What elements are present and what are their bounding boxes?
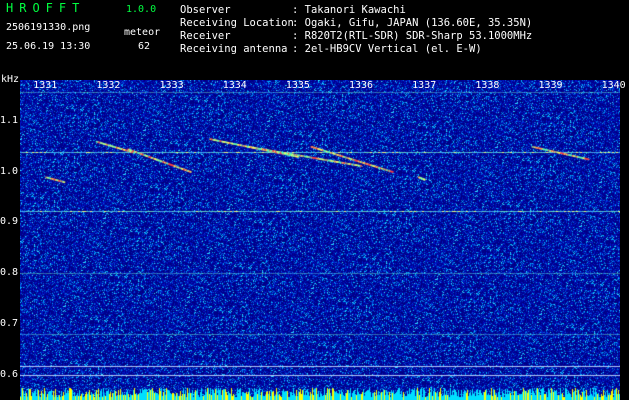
y-tick-label: 0.7: [0, 318, 19, 329]
app-name: HROFFT: [6, 1, 86, 15]
x-tick-label: 1334: [222, 80, 247, 91]
x-tick-label: 1331: [33, 80, 58, 91]
x-tick-label: 1338: [475, 80, 500, 91]
x-tick-label: 1333: [159, 80, 184, 91]
file-name: 2506191330.png: [6, 22, 91, 33]
y-tick-label: 0.6: [0, 368, 19, 380]
meteor-count: 62: [138, 41, 151, 52]
info-antenna: Receiving antenna: 2el-HB9CV Vertical (e…: [180, 43, 482, 55]
x-tick-label: 1339: [538, 80, 563, 91]
app-version: 1.0.0: [126, 4, 157, 15]
x-tick-label: 1335: [285, 80, 310, 91]
info-receiver: Receiver: R820T2(RTL-SDR) SDR-Sharp 53.1…: [180, 30, 533, 42]
info-location: Receiving Location: Ogaki, Gifu, JAPAN (…: [180, 17, 533, 29]
x-tick-label: 1336: [349, 80, 374, 91]
x-tick-label: 1340: [601, 80, 626, 91]
timestamp: 25.06.19 13:30: [6, 41, 91, 52]
x-tick-label: 1337: [412, 80, 437, 91]
spectrogram-plot: [20, 80, 620, 400]
x-tick-label: 1332: [96, 80, 121, 91]
y-tick-label: 1.0: [0, 165, 19, 177]
info-observer: Observer: Takanori Kawachi: [180, 4, 406, 16]
y-tick-label: 0.8: [0, 267, 19, 279]
y-tick-label: 1.1: [0, 114, 19, 126]
y-tick-label: 0.9: [0, 216, 19, 228]
meteor-label: meteor: [124, 27, 161, 38]
y-axis-unit: kHz: [1, 74, 20, 85]
